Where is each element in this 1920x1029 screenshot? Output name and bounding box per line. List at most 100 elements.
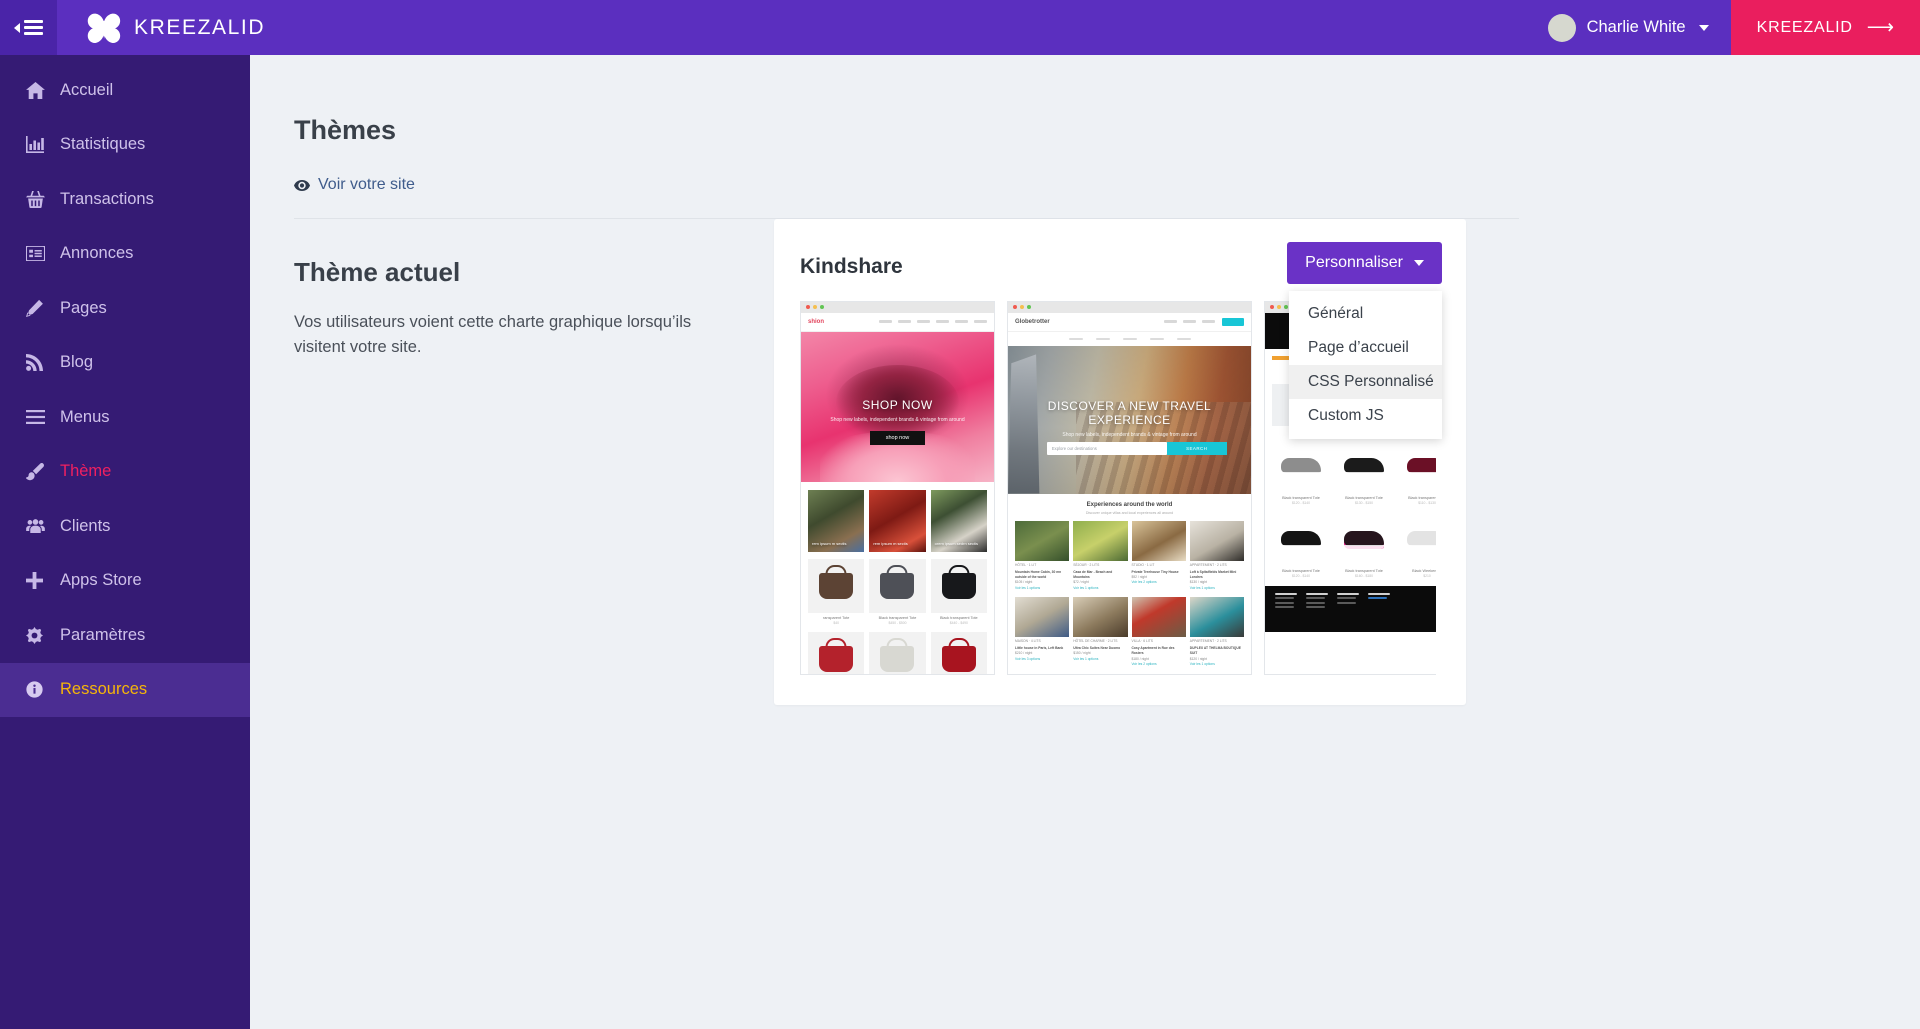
brand-logo-link[interactable]: KREEZALID	[57, 0, 289, 55]
sidebar-item-label: Pages	[60, 299, 107, 318]
sidebar-item-label: Menus	[60, 408, 110, 427]
preview-search-input: Explore our destinations	[1047, 442, 1167, 455]
sidebar-item-annonces[interactable]: Annonces	[0, 227, 250, 282]
preview-listing: STUDIO · 1 LITPrivate Treehouse Tiny Hou…	[1132, 521, 1186, 591]
sidebar-item-label: Clients	[60, 517, 110, 536]
preview-section-title: Experiences around the world	[1015, 502, 1244, 508]
preview-hero: DISCOVER A NEW TRAVEL EXPERIENCE Shop ne…	[1008, 346, 1251, 494]
listing-link: Voir les 2 options	[1132, 662, 1186, 667]
sidebar-item-label: Paramètres	[60, 626, 145, 645]
listing-price: $105 / night	[1015, 580, 1032, 584]
footer-column	[1275, 593, 1297, 625]
model-caption: rem ipsum m sectis	[873, 541, 921, 547]
preview-product: Black transparent Tote $130 - $150	[1335, 439, 1393, 505]
preview-hero-text: SHOP NOW Shop new labels, independent br…	[801, 398, 994, 446]
sidebar-item-pages[interactable]: Pages	[0, 281, 250, 336]
sidebar-item-accueil[interactable]: Accueil	[0, 63, 250, 118]
preview-sub-nav	[1008, 332, 1251, 346]
footer-column	[1306, 593, 1328, 625]
sidebar-item-apps-store[interactable]: Apps Store	[0, 554, 250, 609]
dropdown-item-general[interactable]: Général	[1289, 297, 1442, 331]
preview-hero-text: DISCOVER A NEW TRAVEL EXPERIENCE Shop ne…	[1008, 399, 1251, 440]
preview-hero-button: shop now	[870, 431, 926, 445]
preview-listing: VILLA · 6 LITS Cosy Apartment in Rue des …	[1132, 597, 1186, 667]
page-title: Thèmes	[294, 115, 1920, 146]
sidebar-item-ressources[interactable]: Ressources	[0, 663, 250, 718]
product-price: $160 - $180	[1335, 574, 1393, 578]
customize-button[interactable]: Personnaliser	[1287, 242, 1442, 284]
listing-meta: MAISON · 4 LITS	[1015, 639, 1069, 644]
rss-icon	[26, 354, 60, 371]
product-caption: Black transparent Tote	[1272, 496, 1330, 500]
preview-listing: HÔTEL DE CHARME · 2 LITSUltra Chic Suite…	[1073, 597, 1127, 667]
listing-meta: VILLA · 6 LITS	[1132, 639, 1186, 644]
preview-hero-sub: Shop new labels, independent brands & vi…	[801, 416, 994, 425]
user-name: Charlie White	[1587, 18, 1686, 37]
preview-site-logo: shion	[808, 319, 824, 325]
view-site-link[interactable]: Voir votre site	[294, 176, 415, 194]
go-to-shop-button[interactable]: KREEZALID ⟶	[1731, 0, 1920, 55]
model-caption: orem ipsum sedrn sectis	[935, 541, 983, 547]
topbar-spacer	[289, 0, 1525, 55]
preview-section-sub: Discover unique villas and local experie…	[1015, 511, 1244, 515]
shop-label: KREEZALID	[1757, 19, 1853, 37]
product-price: $440 - $490	[931, 621, 987, 625]
listing-title: Casa de Mar - Beach and Mountains	[1073, 570, 1127, 581]
preview-nav-links	[879, 320, 987, 323]
listing-price: $120 / night	[1190, 657, 1207, 661]
preview-product: Black transparent Tote $450 - $500	[869, 632, 925, 675]
sidebar-item-label: Ressources	[60, 680, 147, 699]
preview-model-card: orem ipsum sedrn sectis	[931, 490, 987, 552]
preview-models-grid: rem ipsum m sectis rem ipsum m sectis or…	[801, 482, 994, 675]
preview-product: Black Weekender $210	[1398, 512, 1436, 578]
eye-icon	[294, 180, 310, 191]
preview-search-button: SEARCH	[1167, 442, 1227, 455]
preview-product: ransparent Tote $40	[808, 559, 864, 625]
basket-icon	[26, 191, 60, 208]
dropdown-item-custom-js[interactable]: Custom JS	[1289, 399, 1442, 433]
preview-listing: SÉJOUR · 2 LITSCasa de Mar - Beach and M…	[1073, 521, 1127, 591]
preview-site-logo: Globetrotter	[1015, 319, 1050, 325]
sidebar-item-clients[interactable]: Clients	[0, 499, 250, 554]
pencil-icon	[26, 299, 60, 317]
preview-listings-section: Experiences around the world Discover un…	[1008, 494, 1251, 675]
sidebar-item-transactions[interactable]: Transactions	[0, 172, 250, 227]
menu-lines-icon	[26, 410, 60, 424]
product-price: $120 - $140	[1272, 501, 1330, 505]
current-theme-section: Thème actuel Vos utilisateurs voient cet…	[294, 257, 1920, 705]
main-content: Thèmes Voir votre site Thème actuel Vos …	[250, 55, 1920, 1029]
sidebar-item-theme[interactable]: Thème	[0, 445, 250, 500]
preview-hero-sub: Shop new labels, independent brands & vi…	[1008, 431, 1251, 440]
sidebar-item-blog[interactable]: Blog	[0, 336, 250, 391]
product-caption: ransparent Tote	[808, 616, 864, 620]
customize-dropdown-menu: Général Page d’accueil CSS Personnalisé …	[1289, 291, 1442, 439]
dropdown-item-homepage[interactable]: Page d’accueil	[1289, 331, 1442, 365]
chart-bar-icon	[26, 136, 60, 153]
preview-listing: APPARTEMENT · 2 LITS DUPLEX AT THELMA BOU…	[1190, 597, 1244, 667]
sidebar-item-label: Blog	[60, 353, 93, 372]
section-text-column: Thème actuel Vos utilisateurs voient cet…	[294, 257, 774, 705]
theme-preview-fashion[interactable]: shion SHOP NOW Shop new labels, independ…	[800, 301, 995, 675]
footer-column	[1337, 593, 1359, 625]
sidebar-item-menus[interactable]: Menus	[0, 390, 250, 445]
footer-column	[1368, 593, 1390, 625]
theme-card: Kindshare Personnaliser Général Page d’a…	[774, 219, 1466, 705]
listing-price: $92 / night	[1132, 575, 1147, 579]
arrow-right-icon: ⟶	[1867, 18, 1894, 37]
listing-link: Voir les 3 options	[1015, 657, 1069, 662]
dropdown-item-custom-css[interactable]: CSS Personnalisé	[1289, 365, 1442, 399]
listing-meta: STUDIO · 1 LIT	[1132, 563, 1186, 568]
listing-title: Cosy Apartment in Rue des Rosiers	[1132, 646, 1186, 657]
sidebar-item-parametres[interactable]: Paramètres	[0, 608, 250, 663]
user-menu[interactable]: Charlie White	[1526, 0, 1731, 55]
preview-product: Black transparent Tote $120 - $140	[1272, 512, 1330, 578]
browser-chrome	[1008, 302, 1251, 313]
sidebar-item-statistiques[interactable]: Statistiques	[0, 118, 250, 173]
theme-preview-travel[interactable]: Globetrotter DISCOVER A NEW TRAVEL EXPER…	[1007, 301, 1252, 675]
sidebar-collapse-button[interactable]	[0, 0, 57, 55]
listing-link: Voir les 1 options	[1073, 657, 1127, 662]
listing-meta: APPARTEMENT · 2 LITS	[1190, 639, 1244, 644]
listing-title: DUPLEX AT THELMA BOUTIQUE SUIT	[1190, 646, 1244, 657]
butterfly-logo-icon	[87, 13, 121, 43]
caret-down-icon	[1414, 260, 1424, 266]
